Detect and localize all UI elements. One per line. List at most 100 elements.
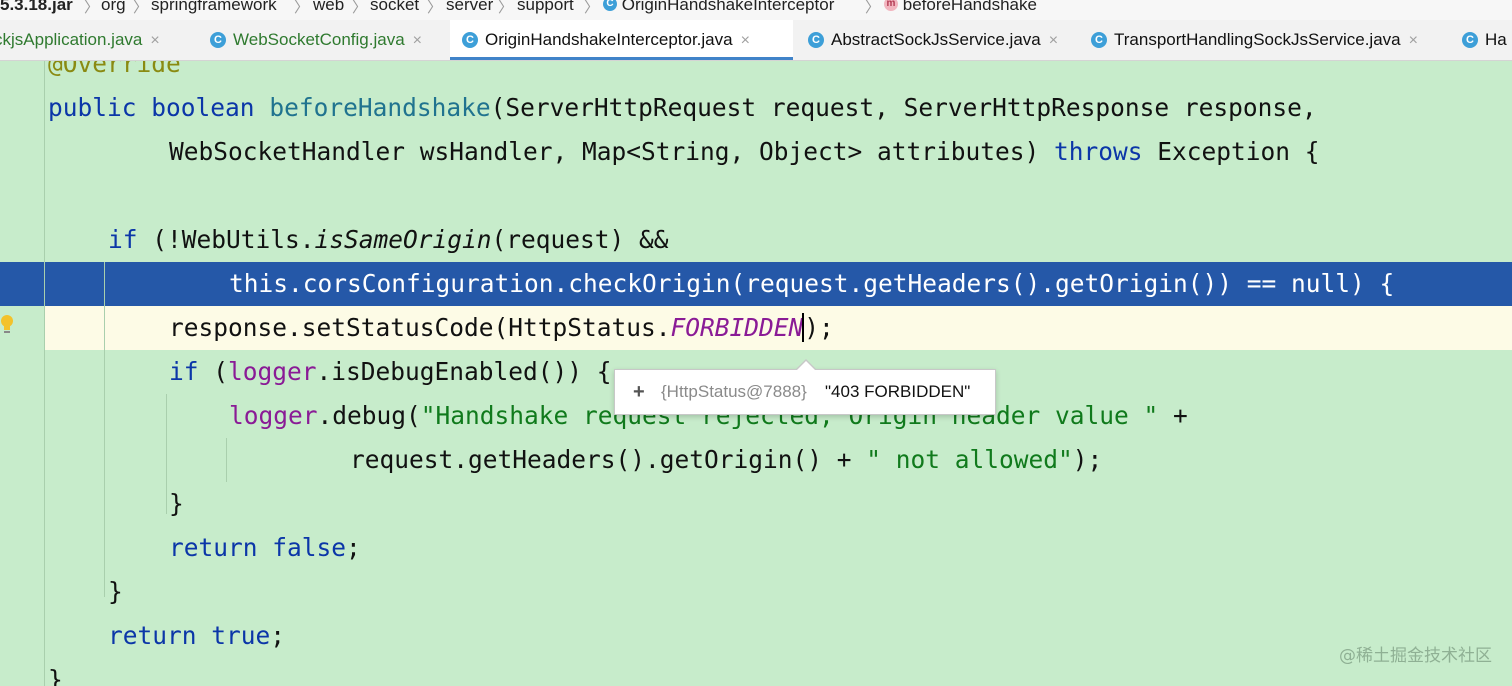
code-text: response.setStatusCode(HttpStatus. xyxy=(169,313,671,342)
code-text: ); xyxy=(1072,445,1103,474)
close-icon[interactable]: × xyxy=(413,32,422,49)
breadcrumb-org[interactable]: org xyxy=(101,0,126,15)
code-line-3: WebSocketHandler wsHandler, Map<String, … xyxy=(0,130,1512,174)
tooltip-value: "403 FORBIDDEN" xyxy=(825,382,971,401)
code-text: (!WebUtils. xyxy=(137,225,315,254)
breadcrumb-class-label: OriginHandshakeInterceptor xyxy=(621,0,835,14)
annotation-override: @Override xyxy=(48,61,181,78)
tab-label: ckjsApplication.java xyxy=(0,30,143,49)
tab-overflow[interactable]: C Ha xyxy=(1462,20,1507,60)
tab-label: OriginHandshakeInterceptor.java xyxy=(485,30,733,49)
breadcrumb-method-label: beforeHandshake xyxy=(902,0,1037,14)
tab-transport-handling-sockjs-service[interactable]: C TransportHandlingSockJsService.java × xyxy=(1091,20,1418,60)
code-text: + xyxy=(1158,401,1188,430)
field-logger: logger xyxy=(229,401,318,430)
class-icon: C xyxy=(210,31,226,48)
keyword-return: return xyxy=(169,533,258,562)
editor-tabs: ckjsApplication.java × C WebSocketConfig.j… xyxy=(0,20,1512,61)
code-text: } xyxy=(169,489,184,518)
breadcrumb-separator: 〉 xyxy=(427,0,443,16)
tab-origin-handshake-interceptor[interactable]: C OriginHandshakeInterceptor.java × xyxy=(450,20,793,60)
code-line-2: public boolean beforeHandshake(ServerHtt… xyxy=(0,86,1512,130)
code-line-13: return true; xyxy=(0,614,1512,658)
breadcrumb: 5.3.18.jar 〉 org 〉 springframework 〉 web… xyxy=(0,0,1512,20)
breadcrumb-support[interactable]: support xyxy=(517,0,574,15)
breadcrumb-separator: 〉 xyxy=(352,0,368,16)
code-line-9: request.getHeaders().getOrigin() + " not… xyxy=(0,438,1512,482)
code-text: (ServerHttpRequest request, ServerHttpRe… xyxy=(490,93,1317,122)
class-icon: C xyxy=(603,0,617,11)
enum-constant[interactable]: FORBIDDEN xyxy=(671,313,804,342)
method-icon: m xyxy=(884,0,898,11)
code-line-1: @Override xyxy=(0,61,1512,86)
breadcrumb-server[interactable]: server xyxy=(446,0,493,15)
code-text: WebSocketHandler wsHandler, Map<String, … xyxy=(169,137,1055,166)
keyword-false: false xyxy=(272,533,347,562)
keyword-boolean: boolean xyxy=(151,93,255,122)
tab-abstract-sockjs-service[interactable]: C AbstractSockJsService.java × xyxy=(808,20,1058,60)
breadcrumb-web[interactable]: web xyxy=(313,0,344,15)
code-editor[interactable]: @Override public boolean beforeHandshake… xyxy=(0,61,1512,686)
expand-icon[interactable]: + xyxy=(633,370,645,414)
close-icon[interactable]: × xyxy=(1409,32,1418,49)
breadcrumb-separator: 〉 xyxy=(84,0,100,16)
tab-sockjs-application[interactable]: ckjsApplication.java × xyxy=(0,20,160,60)
breadcrumb-separator: 〉 xyxy=(133,0,149,16)
breadcrumb-jar[interactable]: 5.3.18.jar xyxy=(0,0,73,15)
class-icon: C xyxy=(808,31,824,48)
tooltip-object-ref: {HttpStatus@7888} xyxy=(661,382,807,401)
close-icon[interactable]: × xyxy=(1049,32,1058,49)
tab-label: TransportHandlingSockJsService.java xyxy=(1114,30,1401,49)
keyword-if: if xyxy=(108,225,138,254)
breadcrumb-springframework[interactable]: springframework xyxy=(151,0,277,15)
code-text: .isDebugEnabled()) { xyxy=(316,357,612,386)
breadcrumb-separator: 〉 xyxy=(584,0,600,16)
tab-websocket-config[interactable]: C WebSocketConfig.java × xyxy=(210,20,422,60)
keyword-if: if xyxy=(169,357,199,386)
code-text: ( xyxy=(198,357,229,386)
code-text: ; xyxy=(346,533,361,562)
code-line-5: this.corsConfiguration.checkOrigin(reque… xyxy=(0,262,1512,306)
breadcrumb-class[interactable]: C OriginHandshakeInterceptor xyxy=(603,0,834,15)
breadcrumb-socket[interactable]: socket xyxy=(370,0,419,15)
static-method: isSameOrigin xyxy=(314,225,492,254)
code-line-11: return false; xyxy=(0,526,1512,570)
string-literal: " not allowed" xyxy=(866,445,1073,474)
keyword-public: public xyxy=(48,93,137,122)
watermark: @稀土掘金技术社区 xyxy=(1339,646,1492,666)
code-text: (request) && xyxy=(491,225,669,254)
debug-value-tooltip: + {HttpStatus@7888} "403 FORBIDDEN" xyxy=(614,359,996,415)
tab-label: Ha xyxy=(1485,30,1507,49)
keyword-true: true xyxy=(211,621,271,650)
code-text: } xyxy=(48,665,63,686)
breadcrumb-separator: 〉 xyxy=(498,0,514,16)
code-text: this.corsConfiguration.checkOrigin(reque… xyxy=(229,269,1395,298)
class-icon: C xyxy=(1462,31,1478,48)
code-line-12: } xyxy=(0,570,1512,614)
code-text: .debug( xyxy=(317,401,421,430)
breadcrumb-separator: 〉 xyxy=(294,0,310,16)
code-line-14: } xyxy=(0,658,1512,686)
breadcrumb-method[interactable]: m beforeHandshake xyxy=(884,0,1037,15)
code-line-4: if (!WebUtils.isSameOrigin(request) && xyxy=(0,218,1512,262)
code-line-10: } xyxy=(0,482,1512,526)
field-logger: logger xyxy=(228,357,317,386)
class-icon: C xyxy=(1091,31,1107,48)
code-text: } xyxy=(108,577,123,606)
method-name: beforeHandshake xyxy=(269,93,491,122)
keyword-return: return xyxy=(108,621,197,650)
code-text: Exception { xyxy=(1142,137,1320,166)
close-icon[interactable]: × xyxy=(741,32,750,49)
tab-label: AbstractSockJsService.java xyxy=(831,30,1041,49)
code-line-6: response.setStatusCode(HttpStatus.FORBID… xyxy=(0,306,1512,350)
breadcrumb-separator: 〉 xyxy=(865,0,881,16)
code-text: request.getHeaders().getOrigin() + xyxy=(350,445,867,474)
class-icon: C xyxy=(462,31,478,48)
tab-label: WebSocketConfig.java xyxy=(233,30,405,49)
code-text: ; xyxy=(270,621,286,650)
text-caret: ); xyxy=(802,313,834,342)
keyword-throws: throws xyxy=(1054,137,1143,166)
close-icon[interactable]: × xyxy=(150,32,159,49)
